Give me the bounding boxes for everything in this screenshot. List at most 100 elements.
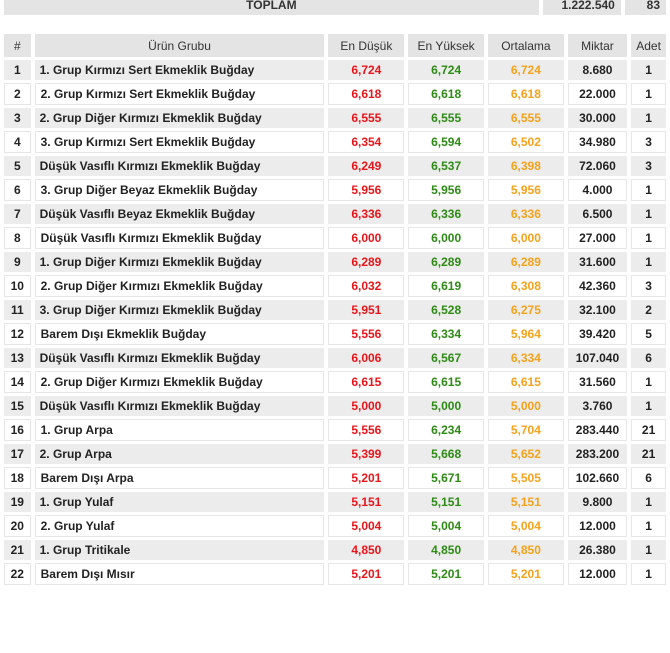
- header-amount[interactable]: Miktar: [567, 34, 628, 57]
- header-product-group[interactable]: Ürün Grubu: [34, 34, 325, 57]
- table-row: 4 3. Grup Kırmızı Sert Ekmeklik Buğday 6,3…: [4, 131, 666, 153]
- row-amount: 283.200: [567, 444, 628, 464]
- row-product-group: 1. Grup Arpa: [34, 419, 325, 441]
- row-index: 13: [4, 348, 31, 368]
- row-count: 5: [631, 323, 666, 345]
- row-average-price: 6,336: [488, 204, 564, 224]
- row-count: 1: [631, 515, 666, 537]
- row-lowest-price: 6,249: [328, 156, 405, 176]
- table-row: 16 1. Grup Arpa 5,556 6,234 5,704 283.440 21: [4, 419, 666, 441]
- row-lowest-price: 6,032: [328, 275, 405, 297]
- row-highest-price: 5,004: [408, 515, 484, 537]
- table-row: 12 Barem Dışı Ekmeklik Buğday 5,556 6,334 5,…: [4, 323, 666, 345]
- row-amount: 39.420: [567, 323, 628, 345]
- row-average-price: 6,275: [488, 300, 564, 320]
- row-product-group: 3. Grup Kırmızı Sert Ekmeklik Buğday: [34, 131, 325, 153]
- row-product-group: 3. Grup Diğer Kırmızı Ekmeklik Buğday: [34, 300, 325, 320]
- row-lowest-price: 5,956: [328, 179, 405, 201]
- product-group-table: # Ürün Grubu En Düşük En Yüksek Ortalama…: [0, 31, 670, 588]
- row-highest-price: 6,000: [408, 227, 484, 249]
- row-product-group: 1. Grup Yulaf: [34, 492, 325, 512]
- row-highest-price: 5,201: [408, 563, 484, 585]
- row-average-price: 6,615: [488, 371, 564, 393]
- row-index: 16: [4, 419, 31, 441]
- row-amount: 9.800: [567, 492, 628, 512]
- row-amount: 12.000: [567, 563, 628, 585]
- row-amount: 27.000: [567, 227, 628, 249]
- row-index: 21: [4, 540, 31, 560]
- row-average-price: 5,505: [488, 467, 564, 489]
- row-average-price: 4,850: [488, 540, 564, 560]
- row-highest-price: 6,234: [408, 419, 484, 441]
- header-count[interactable]: Adet: [631, 34, 666, 57]
- row-product-group: Düşük Vasıflı Kırmızı Ekmeklik Buğday: [34, 396, 325, 416]
- table-row: 13 Düşük Vasıflı Kırmızı Ekmeklik Buğday 6…: [4, 348, 666, 368]
- header-average[interactable]: Ortalama: [488, 34, 564, 57]
- row-amount: 26.380: [567, 540, 628, 560]
- row-lowest-price: 5,201: [328, 467, 405, 489]
- row-average-price: 6,308: [488, 275, 564, 297]
- row-index: 5: [4, 156, 31, 176]
- row-index: 12: [4, 323, 31, 345]
- table-row: 7 Düşük Vasıflı Beyaz Ekmeklik Buğday 6,33…: [4, 204, 666, 224]
- row-index: 19: [4, 492, 31, 512]
- row-count: 3: [631, 156, 666, 176]
- row-amount: 8.680: [567, 60, 628, 80]
- table-row: 8 Düşük Vasıflı Kırmızı Ekmeklik Buğday 6,…: [4, 227, 666, 249]
- totals-count: 83: [624, 0, 666, 15]
- row-product-group: Düşük Vasıflı Beyaz Ekmeklik Buğday: [34, 204, 325, 224]
- row-lowest-price: 6,615: [328, 371, 405, 393]
- row-index: 4: [4, 131, 31, 153]
- row-product-group: Barem Dışı Arpa: [34, 467, 325, 489]
- row-average-price: 6,398: [488, 156, 564, 176]
- row-count: 3: [631, 131, 666, 153]
- table-row: 21 1. Grup Tritikale 4,850 4,850 4,850 26.380…: [4, 540, 666, 560]
- row-highest-price: 6,528: [408, 300, 484, 320]
- row-highest-price: 6,289: [408, 252, 484, 272]
- header-index[interactable]: #: [4, 34, 31, 57]
- row-index: 7: [4, 204, 31, 224]
- table-row: 19 1. Grup Yulaf 5,151 5,151 5,151 9.800 1: [4, 492, 666, 512]
- row-product-group: 2. Grup Kırmızı Sert Ekmeklik Buğday: [34, 83, 325, 105]
- row-count: 6: [631, 348, 666, 368]
- row-product-group: Düşük Vasıflı Kırmızı Ekmeklik Buğday: [34, 156, 325, 176]
- row-amount: 107.040: [567, 348, 628, 368]
- row-count: 3: [631, 275, 666, 297]
- row-lowest-price: 6,555: [328, 108, 405, 128]
- row-count: 1: [631, 108, 666, 128]
- table-row: 10 2. Grup Diğer Kırmızı Ekmeklik Buğday 6…: [4, 275, 666, 297]
- row-highest-price: 6,555: [408, 108, 484, 128]
- table-row: 15 Düşük Vasıflı Kırmızı Ekmeklik Buğday 5…: [4, 396, 666, 416]
- row-highest-price: 6,567: [408, 348, 484, 368]
- header-lowest[interactable]: En Düşük: [328, 34, 405, 57]
- row-lowest-price: 6,354: [328, 131, 405, 153]
- row-lowest-price: 5,000: [328, 396, 405, 416]
- row-lowest-price: 6,618: [328, 83, 405, 105]
- row-count: 1: [631, 204, 666, 224]
- row-average-price: 5,956: [488, 179, 564, 201]
- table-row: 3 2. Grup Diğer Kırmızı Ekmeklik Buğday 6,…: [4, 108, 666, 128]
- table-row: 14 2. Grup Diğer Kırmızı Ekmeklik Buğday 6…: [4, 371, 666, 393]
- row-average-price: 5,151: [488, 492, 564, 512]
- table-row: 20 2. Grup Yulaf 5,004 5,004 5,004 12.000 1: [4, 515, 666, 537]
- row-lowest-price: 6,000: [328, 227, 405, 249]
- row-amount: 31.600: [567, 252, 628, 272]
- row-highest-price: 5,671: [408, 467, 484, 489]
- row-average-price: 6,289: [488, 252, 564, 272]
- row-index: 20: [4, 515, 31, 537]
- row-product-group: Düşük Vasıflı Kırmızı Ekmeklik Buğday: [34, 227, 325, 249]
- row-highest-price: 6,724: [408, 60, 484, 80]
- row-count: 1: [631, 179, 666, 201]
- row-amount: 4.000: [567, 179, 628, 201]
- row-product-group: 2. Grup Diğer Kırmızı Ekmeklik Buğday: [34, 108, 325, 128]
- row-index: 6: [4, 179, 31, 201]
- row-average-price: 6,502: [488, 131, 564, 153]
- row-product-group: 3. Grup Diğer Beyaz Ekmeklik Buğday: [34, 179, 325, 201]
- row-amount: 34.980: [567, 131, 628, 153]
- row-product-group: 1. Grup Kırmızı Sert Ekmeklik Buğday: [34, 60, 325, 80]
- row-lowest-price: 5,151: [328, 492, 405, 512]
- row-average-price: 6,555: [488, 108, 564, 128]
- row-amount: 42.360: [567, 275, 628, 297]
- header-highest[interactable]: En Yüksek: [408, 34, 484, 57]
- row-index: 14: [4, 371, 31, 393]
